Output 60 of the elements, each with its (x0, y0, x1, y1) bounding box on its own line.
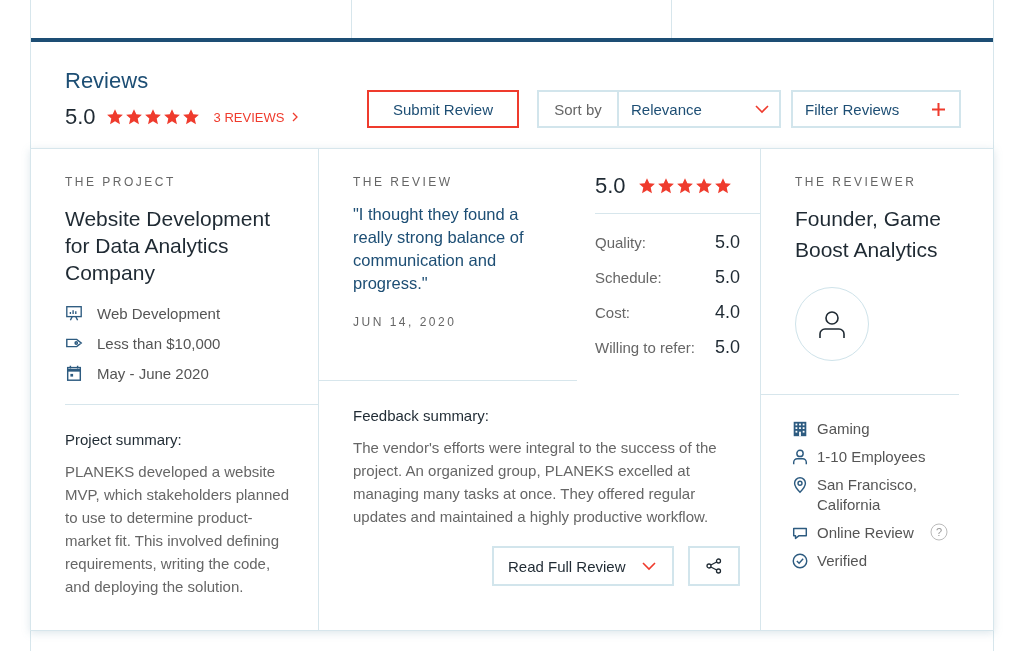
star-icon (637, 177, 656, 195)
share-button[interactable] (688, 546, 740, 586)
reviewer-detail: Online Review (817, 523, 914, 543)
project-title: Website Development for Data Analytics Company (65, 206, 272, 286)
project-detail: Web Development (97, 304, 221, 322)
person-icon (816, 308, 848, 340)
project-detail: Less than $10,000 (97, 334, 221, 352)
person-icon (791, 448, 809, 466)
building-icon (791, 420, 809, 438)
chevron-down-icon (755, 104, 769, 114)
star-icon (694, 177, 713, 195)
project-heading: THE PROJECT (65, 175, 177, 189)
submit-review-button[interactable]: Submit Review (367, 90, 519, 128)
review-heading: THE REVIEW (353, 175, 454, 189)
star-icon (656, 177, 675, 195)
filter-reviews-button[interactable]: Filter Reviews (791, 90, 961, 128)
review-date: JUN 14, 2020 (353, 315, 458, 329)
reviewer-detail: 1-10 Employees (817, 447, 926, 467)
reviewer-detail: San Francisco, California (817, 475, 919, 515)
sort-dropdown[interactable]: Sort by Relevance (537, 90, 781, 128)
location-pin-icon (791, 476, 809, 494)
score-value: 5.0 (714, 232, 740, 253)
feedback-label: Feedback summary: (353, 407, 490, 424)
star-icon (675, 177, 694, 195)
star-icon (105, 108, 124, 126)
reviewer-heading: THE REVIEWER (795, 175, 918, 189)
star-icon (162, 108, 181, 126)
star-icon (181, 108, 200, 126)
review-rating: 5.0 (595, 173, 626, 199)
score-value: 4.0 (714, 302, 740, 323)
calendar-icon (65, 364, 83, 382)
score-label: Schedule: (595, 269, 662, 286)
review-quote: "I thought they found a really strong balance of communication and progress." (353, 204, 525, 294)
score-label: Quality: (595, 234, 646, 251)
reviewer-detail: Verified (817, 551, 868, 571)
score-label: Willing to refer: (595, 339, 696, 356)
score-value: 5.0 (714, 337, 740, 358)
plus-icon (932, 102, 945, 116)
section-title: Reviews (65, 68, 150, 94)
sort-value: Relevance (619, 92, 779, 126)
star-icon (143, 108, 162, 126)
score-value: 5.0 (714, 267, 740, 288)
feedback-summary: The vendor's efforts were integral to the success of the project. An organized group, PLANEKS excelled at managing many tasks at once. They offered regular updates and maintained a highly productive workflow. (353, 438, 718, 527)
check-circle-icon (791, 552, 809, 570)
project-detail: May - June 2020 (97, 364, 209, 382)
presentation-board-icon (65, 304, 83, 322)
share-icon (706, 558, 722, 574)
project-summary: PLANEKS developed a website MVP, which stakeholders planned to use to determine product-market fit. This involved defining requirements, writing the code, and deploying the solution. (65, 462, 291, 597)
star-icon (713, 177, 732, 195)
score-label: Cost: (595, 304, 630, 321)
reviews-link[interactable]: 3 REVIEWS (213, 109, 299, 125)
star-icon (124, 108, 143, 126)
read-full-review-button[interactable]: Read Full Review (492, 546, 674, 586)
overall-rating: 5.0 (65, 104, 96, 130)
sort-label: Sort by (539, 92, 619, 126)
project-summary-label: Project summary: (65, 431, 183, 448)
chevron-right-icon (292, 112, 299, 122)
reviewer-title: Founder, Game Boost Analytics (795, 206, 942, 263)
chevron-down-icon (642, 561, 656, 571)
reviewer-detail: Gaming (817, 419, 870, 439)
